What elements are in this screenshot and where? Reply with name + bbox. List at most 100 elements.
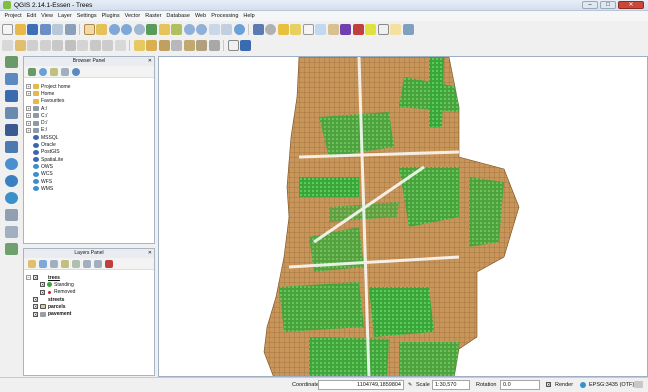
render-checkbox[interactable]: ✕ (546, 382, 551, 387)
zoom-to-selection-icon[interactable] (158, 24, 170, 35)
new-project-icon[interactable] (2, 24, 13, 35)
close-icon[interactable]: ✕ (148, 249, 152, 258)
python-console-icon[interactable] (240, 40, 251, 51)
node-tool-icon[interactable] (64, 40, 76, 51)
category-checkbox[interactable]: ✕ (40, 282, 45, 288)
list-item[interactable]: Oracle (24, 141, 154, 148)
identify-features-icon[interactable] (252, 24, 264, 35)
layer-row-pavement[interactable]: ✕ pavement (24, 310, 154, 317)
add-wfs-layer-icon[interactable] (5, 192, 18, 204)
menu-help[interactable]: Help (241, 13, 257, 19)
expand-all-icon[interactable] (83, 259, 91, 268)
zoom-native-icon[interactable] (133, 24, 145, 35)
toggle-editing-icon[interactable] (14, 40, 26, 51)
cut-features-icon[interactable] (89, 40, 101, 51)
add-oracle-layer-icon[interactable] (5, 141, 18, 153)
menu-database[interactable]: Database (164, 13, 193, 19)
help-icon[interactable] (402, 24, 414, 35)
close-icon[interactable]: ✕ (148, 57, 152, 66)
open-project-icon[interactable] (14, 24, 26, 35)
list-item[interactable]: + Home (24, 90, 154, 97)
new-map-view-icon[interactable] (208, 24, 220, 35)
list-item[interactable]: OWS (24, 163, 154, 170)
close-button[interactable]: ✕ (618, 1, 644, 9)
run-action-icon[interactable] (265, 24, 276, 35)
list-item[interactable]: + Project home (24, 83, 154, 90)
menu-project[interactable]: Project (2, 13, 24, 19)
zoom-out-icon[interactable] (121, 24, 132, 35)
menu-plugins[interactable]: Plugins (99, 13, 122, 19)
list-item[interactable]: Favourites (24, 98, 154, 105)
label-tool-icon[interactable] (133, 40, 145, 51)
maximize-button[interactable]: □ (600, 1, 616, 9)
new-shapefile-layer-icon[interactable] (5, 226, 18, 238)
paste-features-icon[interactable] (114, 40, 126, 51)
move-feature-icon[interactable] (52, 40, 63, 51)
change-label-icon[interactable] (208, 40, 220, 51)
text-annotation-icon[interactable] (390, 24, 401, 35)
menu-edit[interactable]: Edit (24, 13, 38, 19)
menu-raster[interactable]: Raster (143, 13, 164, 19)
menu-view[interactable]: View (39, 13, 56, 19)
add-wms-layer-icon[interactable] (5, 158, 18, 170)
list-item[interactable]: + E:/ (24, 127, 154, 134)
filter-legend-icon[interactable] (61, 259, 69, 268)
deselect-all-icon[interactable] (302, 24, 314, 35)
add-spatialite-layer-icon[interactable] (5, 107, 18, 119)
layer-visibility-checkbox[interactable]: ✕ (33, 297, 38, 303)
statistics-icon[interactable] (340, 24, 351, 35)
zoom-full-icon[interactable] (146, 24, 157, 35)
save-project-icon[interactable] (27, 24, 38, 35)
show-hide-labels-icon[interactable] (171, 40, 182, 51)
map-canvas[interactable] (158, 56, 648, 377)
zoom-next-icon[interactable] (196, 24, 207, 35)
menu-layer[interactable]: Layer (55, 13, 74, 19)
list-item[interactable]: WFS (24, 178, 154, 185)
layer-styling-icon[interactable] (28, 259, 36, 268)
menu-web[interactable]: Web (192, 13, 208, 19)
properties-icon[interactable] (72, 67, 80, 76)
layer-visibility-checkbox[interactable]: ✕ (33, 275, 38, 281)
list-item[interactable]: + D:/ (24, 119, 154, 126)
filter-by-expression-icon[interactable] (72, 259, 80, 268)
filter-icon[interactable] (50, 67, 58, 76)
add-delimited-text-layer-icon[interactable] (5, 209, 18, 221)
move-label-icon[interactable] (183, 40, 195, 51)
add-postgis-layer-icon[interactable] (5, 90, 18, 102)
scale-field[interactable]: 1:30,570 (432, 380, 470, 390)
delete-selected-icon[interactable] (77, 40, 88, 51)
new-temporary-layer-icon[interactable] (5, 243, 18, 255)
menu-settings[interactable]: Settings (74, 13, 99, 19)
pan-to-selection-icon[interactable] (96, 24, 107, 35)
measure-line-icon[interactable] (365, 24, 376, 35)
add-mssql-layer-icon[interactable] (5, 124, 18, 136)
remove-layer-icon[interactable] (105, 259, 113, 268)
zoom-in-icon[interactable] (108, 24, 120, 35)
new-bookmark-icon[interactable] (221, 24, 232, 35)
layer-row-streets[interactable]: ✕ streets (24, 296, 154, 303)
list-item[interactable]: + C:/ (24, 112, 154, 119)
legend-item-removed[interactable]: ✕ Removed (24, 289, 154, 296)
category-checkbox[interactable]: ✕ (40, 289, 45, 295)
crs-status[interactable]: EPSG:3435 (OTF) (589, 382, 634, 388)
list-item[interactable]: MSSQL (24, 134, 154, 141)
list-item[interactable]: PostGIS (24, 149, 154, 156)
add-selected-layers-icon[interactable] (28, 67, 36, 76)
save-as-icon[interactable] (39, 24, 51, 35)
copy-features-icon[interactable] (102, 40, 113, 51)
layer-labeling-icon[interactable] (146, 40, 157, 51)
python-console-text-icon[interactable] (227, 40, 239, 51)
refresh-icon[interactable] (39, 67, 47, 76)
add-raster-layer-icon[interactable] (5, 73, 18, 85)
menu-vector[interactable]: Vector (122, 13, 143, 19)
collapse-all-icon[interactable] (94, 259, 102, 268)
save-edits-icon[interactable] (27, 40, 38, 51)
add-wcs-layer-icon[interactable] (5, 175, 18, 187)
zoom-last-icon[interactable] (183, 24, 195, 35)
menu-processing[interactable]: Processing (209, 13, 241, 19)
map-tips-icon[interactable] (377, 24, 389, 35)
manage-visibility-icon[interactable] (50, 259, 58, 268)
layer-row-trees[interactable]: − ✕ trees (24, 274, 154, 281)
layer-visibility-checkbox[interactable]: ✕ (33, 304, 38, 310)
crs-globe-icon[interactable] (580, 382, 586, 388)
